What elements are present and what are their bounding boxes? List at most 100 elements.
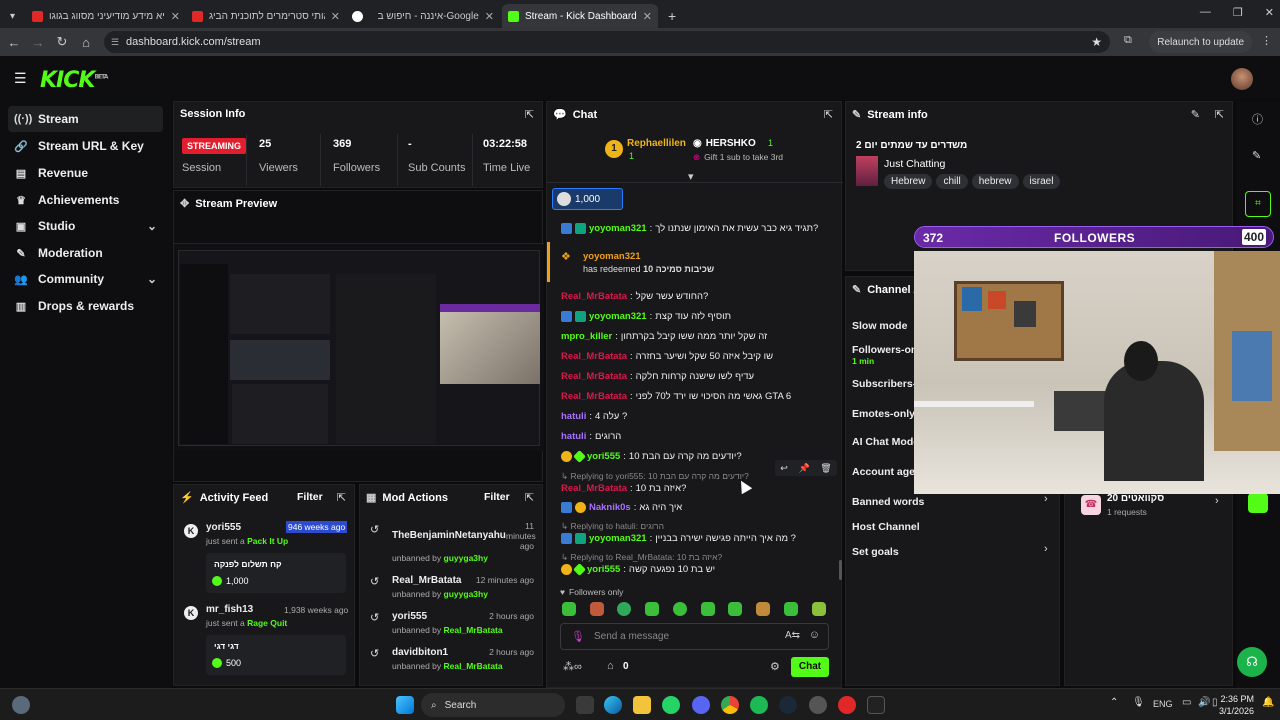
browser-tab-active[interactable]: Stream - Kick Dashboard ✕ — [502, 4, 658, 28]
notification-bell-icon[interactable]: 🔔 — [1262, 697, 1274, 708]
reward-title[interactable]: 20 סקוואטים — [1107, 493, 1164, 504]
close-icon[interactable]: ✕ — [485, 10, 494, 23]
chevron-right-icon[interactable]: › — [1215, 495, 1219, 507]
bookmark-star-icon[interactable]: ★ — [1091, 35, 1102, 49]
microphone-tray-icon[interactable]: 🎙 — [1132, 697, 1145, 708]
popout-icon[interactable]: ⇱ — [337, 491, 346, 504]
chat-scrollbar[interactable] — [839, 560, 842, 580]
chat-message[interactable]: Real_MrBatata: גאשי מה הסיכוי שו ירד ל70 … — [561, 391, 831, 402]
close-window-icon[interactable]: ✕ — [1265, 6, 1274, 19]
stream-preview-video[interactable] — [174, 243, 544, 451]
kick-logo[interactable]: KICKBETA — [40, 68, 108, 93]
store-icon[interactable]: ⌂ — [607, 660, 614, 672]
close-icon[interactable]: ✕ — [331, 10, 340, 23]
chat-input[interactable]: 🎙 Send a message A⇆ ☺ — [560, 623, 829, 650]
app-icon[interactable] — [838, 696, 856, 714]
chat-message[interactable]: yori555: יש בת 10 נפגעה קשה — [561, 563, 831, 576]
steam-icon[interactable] — [779, 696, 797, 714]
extensions-icon[interactable]: ⧉ — [1124, 34, 1132, 47]
tab-list-button[interactable]: ▾ — [4, 4, 16, 28]
forward-icon[interactable]: → — [26, 35, 50, 50]
delete-icon[interactable]: 🗑 — [820, 463, 831, 474]
obs-icon[interactable] — [809, 696, 827, 714]
task-view-icon[interactable] — [576, 696, 594, 714]
widgets-icon[interactable] — [12, 696, 30, 714]
top-gifter-name[interactable]: Rephaellilen — [627, 138, 686, 149]
edit-icon[interactable]: ✎ — [1191, 108, 1200, 121]
points-icon[interactable]: ⁂∞ — [563, 660, 582, 673]
app-shortcut-icon[interactable] — [1248, 493, 1268, 513]
chat-message[interactable]: hatuli: הרוגים — [561, 431, 831, 442]
host-channel-link[interactable]: Host Channel — [852, 521, 920, 533]
chat-message[interactable]: Real_MrBatata: איזה בת 10? — [561, 483, 831, 494]
microphone-icon[interactable]: 🎙 — [571, 630, 585, 643]
chat-message[interactable]: yoyoman321: מה איך הייתה פגישה ישירה בבני… — [561, 533, 831, 544]
chat-message[interactable]: hatuli: עלה 4 ? — [561, 411, 831, 422]
epic-games-icon[interactable] — [867, 696, 885, 714]
tag[interactable]: chill — [936, 174, 968, 189]
popout-icon[interactable]: ⇱ — [525, 108, 534, 121]
slow-mode-toggle[interactable]: Slow mode — [852, 320, 907, 332]
emote[interactable] — [645, 602, 659, 616]
home-icon[interactable]: ⌂ — [74, 35, 98, 50]
activity-user[interactable]: mr_fish13 — [206, 604, 253, 615]
taskbar-search[interactable]: ⌕ Search — [421, 693, 565, 717]
redeem-user[interactable]: yoyoman321 — [583, 251, 641, 262]
language-indicator[interactable]: ENG — [1153, 699, 1173, 709]
spotify-icon[interactable] — [750, 696, 768, 714]
pin-icon[interactable]: 📌 — [798, 463, 809, 474]
emote[interactable] — [756, 602, 770, 616]
pinned-gift[interactable]: 1,000 — [552, 188, 623, 210]
sidebar-item-revenue[interactable]: ▤ Revenue — [8, 160, 163, 186]
chat-message[interactable]: Real_MrBatata: שו קיבל איזה 50 שקל ושיער … — [561, 351, 831, 362]
gift-prompt[interactable]: ⊛ Gift 1 sub to take 3rd — [693, 152, 783, 163]
tag[interactable]: hebrew — [971, 174, 1019, 189]
emote[interactable] — [701, 602, 715, 616]
chat-message[interactable]: yoyoman321: תגיד גיא כבר עשית את האימון ש… — [561, 223, 831, 234]
close-icon[interactable]: ✕ — [643, 10, 652, 23]
sidebar-item-community[interactable]: 👥 Community ⌄ — [8, 266, 163, 292]
site-info-icon[interactable]: ☰ — [111, 37, 119, 48]
new-tab-button[interactable]: + — [662, 4, 682, 28]
reply-icon[interactable]: ↩ — [780, 463, 788, 474]
chat-message[interactable]: yoyoman321: תוסיף לזה עוד קצת — [561, 311, 831, 322]
sidebar-item-stream[interactable]: ((·)) Stream — [8, 106, 163, 132]
emoji-icon[interactable]: ☺ — [809, 629, 820, 641]
sidebar-item-moderation[interactable]: ✎ Moderation — [8, 240, 163, 266]
minimize-icon[interactable]: — — [1200, 6, 1211, 19]
reload-icon[interactable]: ↻ — [50, 34, 74, 50]
send-chat-button[interactable]: Chat — [791, 657, 829, 677]
set-goals-link[interactable]: Set goals — [852, 546, 899, 558]
whatsapp-icon[interactable] — [662, 696, 680, 714]
tag[interactable]: israel — [1022, 174, 1061, 189]
taskbar-clock[interactable]: 2:36 PM 3/1/2026 — [1214, 693, 1254, 717]
close-icon[interactable]: ✕ — [171, 10, 180, 23]
tray-chevron-icon[interactable]: ⌃ — [1110, 697, 1118, 708]
edge-icon[interactable] — [604, 696, 622, 714]
volume-icon[interactable]: 🔊 — [1198, 697, 1210, 708]
restore-icon[interactable]: ❐ — [1233, 6, 1243, 19]
browser-tab[interactable]: איננה - חיפוש ב-Google ✕ — [346, 4, 500, 28]
sidebar-item-stream-url[interactable]: 🔗 Stream URL & Key — [8, 133, 163, 159]
emote[interactable] — [784, 602, 798, 616]
category-name[interactable]: Just Chatting — [884, 158, 945, 170]
emote[interactable] — [590, 602, 604, 616]
mod-user[interactable]: yori555 — [392, 611, 427, 622]
sidebar-item-drops[interactable]: ▥ Drops & rewards — [8, 293, 163, 319]
user-avatar[interactable] — [1231, 68, 1253, 90]
sidebar-item-achievements[interactable]: ♛ Achievements — [8, 187, 163, 213]
chat-message[interactable]: Real_MrBatata: עדיף לשו שישנה קרחות חלקה — [561, 371, 831, 382]
banned-words-link[interactable]: Banned words — [852, 496, 924, 508]
chat-message[interactable]: Naknik0s: איך היה גא — [561, 502, 831, 513]
sidebar-item-studio[interactable]: ▣ Studio ⌄ — [8, 213, 163, 239]
url-input[interactable]: ☰ dashboard.kick.com/stream ★ — [104, 31, 1110, 53]
activity-user[interactable]: yori555 — [206, 522, 241, 533]
emote[interactable] — [812, 602, 826, 616]
help-support-icon[interactable]: ☊ — [1237, 647, 1267, 677]
mod-user[interactable]: TheBenjaminNetanyahu — [392, 530, 506, 541]
discord-icon[interactable] — [692, 696, 710, 714]
mod-user[interactable]: davidbiton1 — [392, 647, 448, 658]
emote[interactable] — [617, 602, 631, 616]
file-explorer-icon[interactable] — [633, 696, 651, 714]
second-gifter[interactable]: ◉ HERSHKO — [693, 138, 756, 149]
